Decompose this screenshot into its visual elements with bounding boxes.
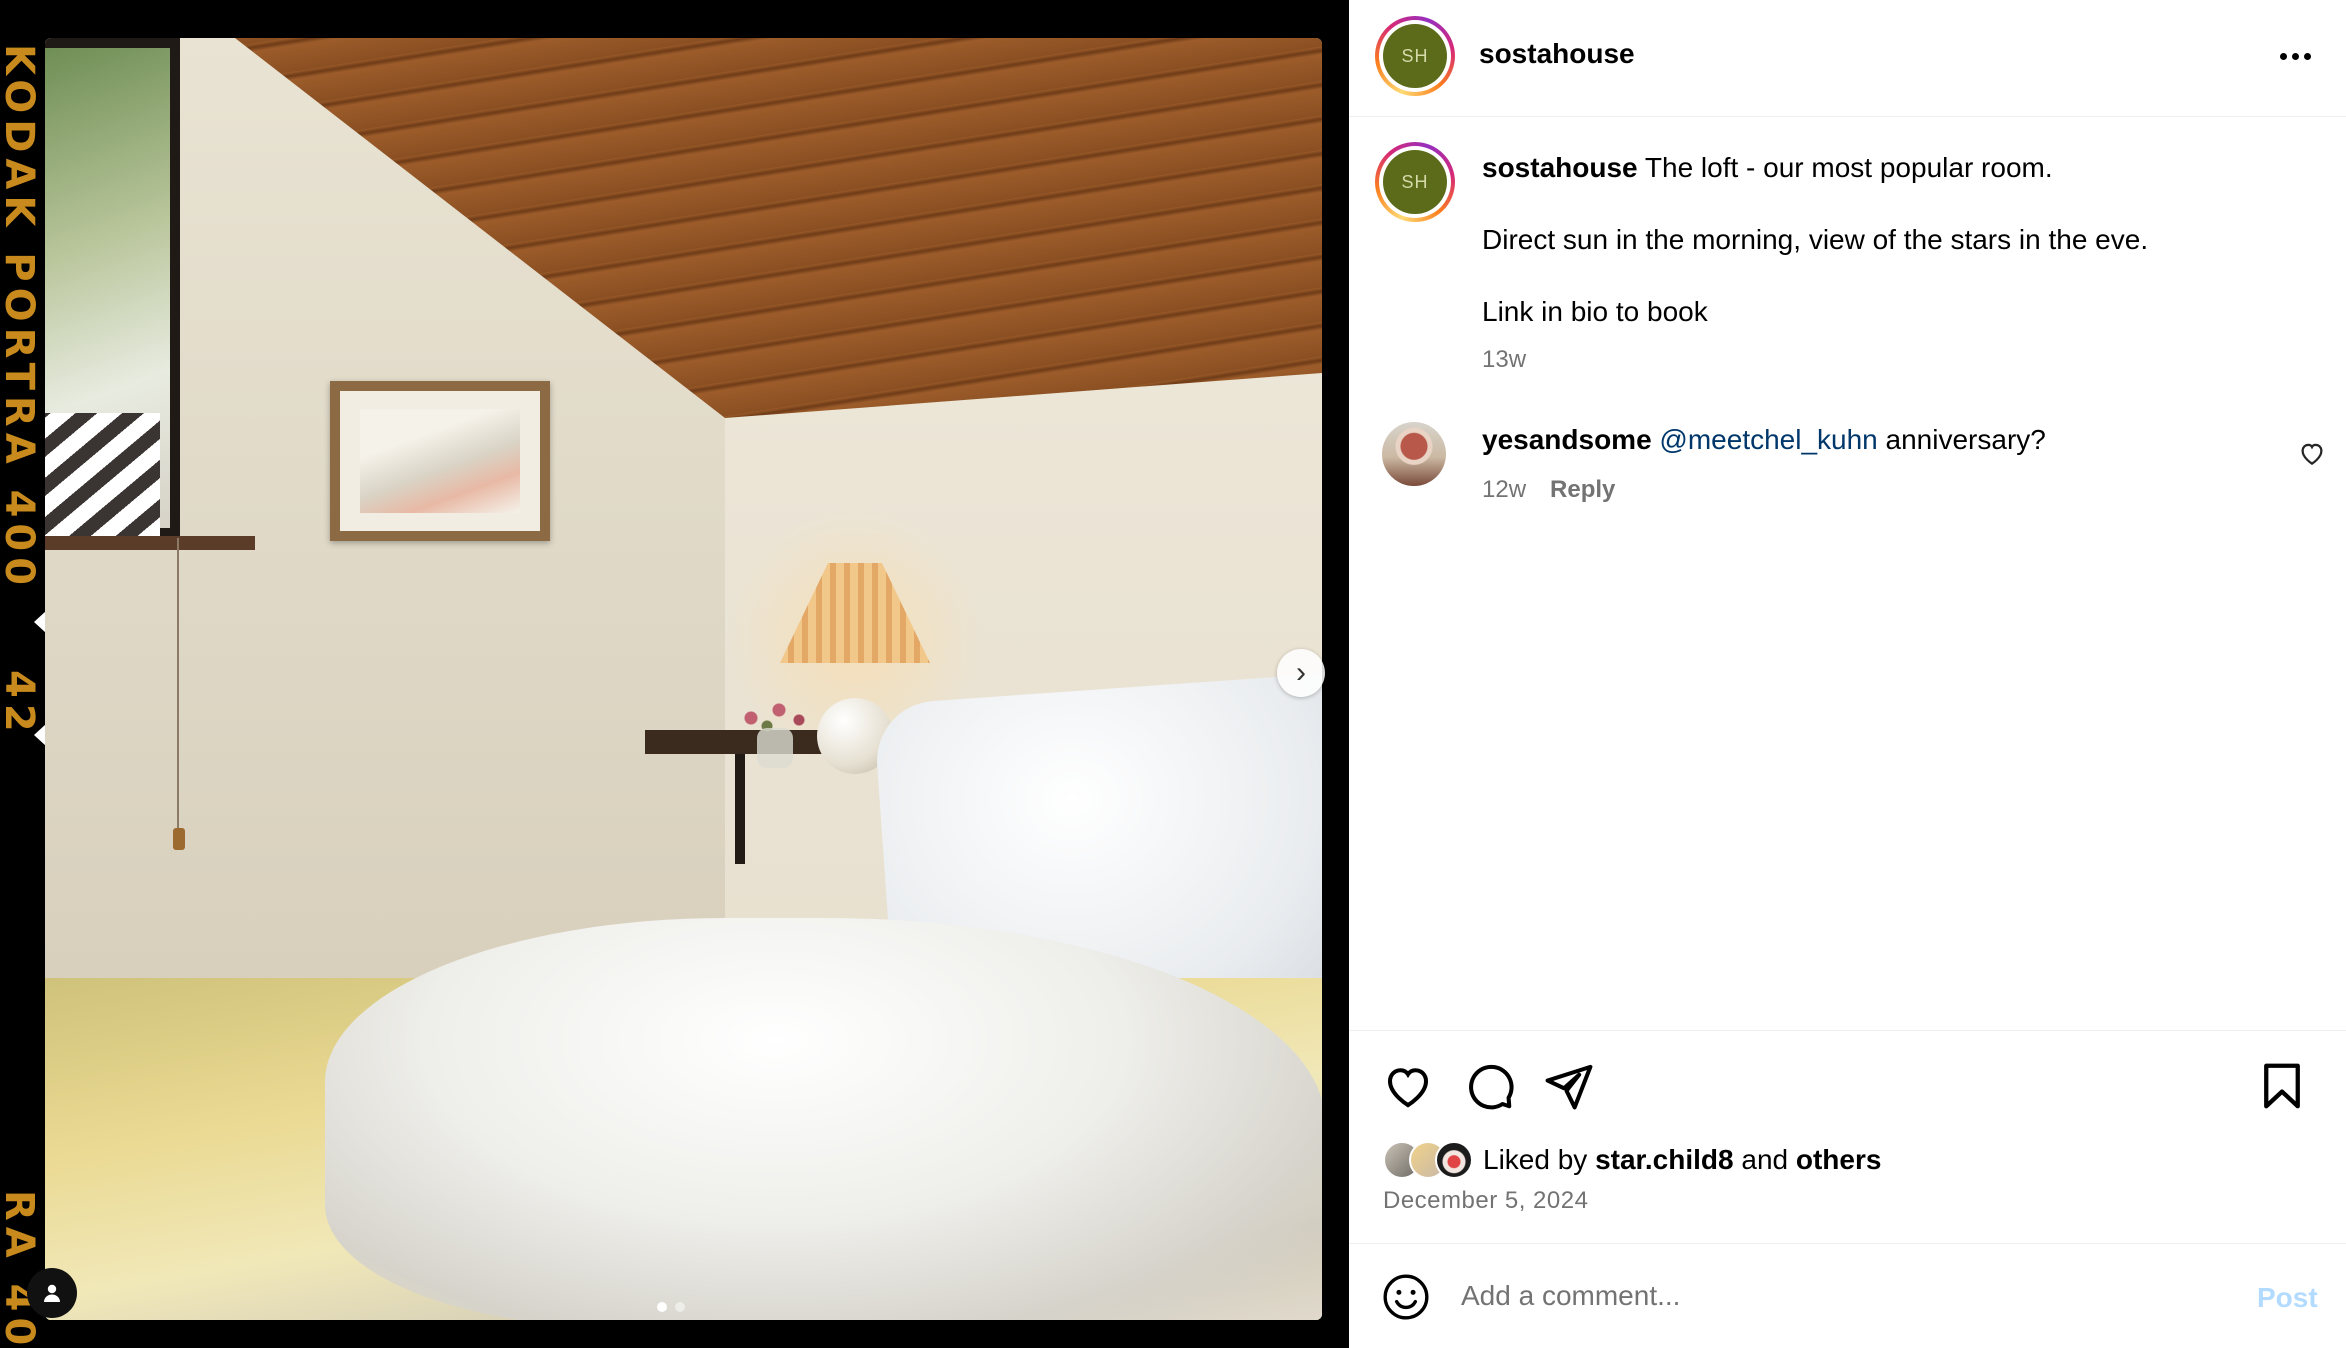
- photo-pull-cord-end: [173, 828, 185, 850]
- caption-line-2: Direct sun in the morning, view of the s…: [1482, 224, 2149, 255]
- caption-avatar[interactable]: SH: [1375, 142, 1455, 222]
- author-avatar[interactable]: SH: [1375, 16, 1455, 96]
- likes-conjunction: and: [1741, 1144, 1789, 1175]
- user-tag-icon: [44, 1284, 60, 1302]
- comment-body: anniversary?: [1885, 424, 2046, 455]
- post-media[interactable]: KODAK PORTRA 400 42 RA 400 ›: [0, 0, 1349, 1348]
- comment-username[interactable]: yesandsome: [1482, 424, 1652, 455]
- comment-reply-button[interactable]: Reply: [1550, 476, 1615, 504]
- liker-avatar[interactable]: [1435, 1141, 1473, 1179]
- comment-composer: Post: [1349, 1243, 2346, 1348]
- caption-username[interactable]: sostahouse: [1482, 152, 1638, 183]
- photo-shelf-bracket: [735, 754, 745, 864]
- more-horizontal-icon: [2279, 52, 2287, 60]
- post-comment-button[interactable]: Post: [2257, 1282, 2318, 1314]
- likes-others[interactable]: others: [1796, 1144, 1882, 1175]
- photo-duvet: [325, 918, 1322, 1320]
- comment-meta: 12w Reply: [1482, 476, 1615, 504]
- caption-timestamp[interactable]: 13w: [1482, 346, 1526, 374]
- film-edge-text-top: KODAK PORTRA 400: [0, 44, 42, 592]
- likes-summary: Liked by star.child8 and others: [1383, 1141, 1881, 1179]
- caption-line-1: The loft - our most popular room.: [1644, 152, 2053, 183]
- commenter-avatar[interactable]: [1382, 422, 1446, 486]
- photo-window-shade: [45, 413, 160, 538]
- photo-picture-frame: [330, 381, 550, 541]
- photo-vase: [757, 728, 793, 768]
- post-caption: sostahouse The loft - our most popular r…: [1482, 150, 2302, 330]
- photo-window-sill: [45, 536, 255, 550]
- caption-line-3: Link in bio to book: [1482, 296, 1708, 327]
- comment-icon: [1469, 1064, 1514, 1110]
- comment-mention[interactable]: @meetchel_kuhn: [1659, 424, 1877, 455]
- comment-button[interactable]: [1462, 1059, 1516, 1113]
- save-button[interactable]: [2255, 1059, 2309, 1113]
- post-date[interactable]: December 5, 2024: [1383, 1187, 1588, 1215]
- send-icon: [1545, 1064, 1593, 1110]
- share-button[interactable]: [1542, 1059, 1596, 1113]
- comment-text: yesandsome @meetchel_kuhn anniversary?: [1482, 424, 2046, 456]
- tagged-users-button[interactable]: [27, 1268, 77, 1318]
- bookmark-icon: [2264, 1063, 2300, 1109]
- chevron-right-icon: ›: [1296, 656, 1306, 689]
- comment-like-heart-icon[interactable]: [2297, 438, 2327, 468]
- carousel-dot: [675, 1302, 685, 1312]
- author-username[interactable]: sostahouse: [1479, 38, 1635, 70]
- heart-icon: [1387, 1068, 1429, 1108]
- film-edge-text-mid: 42: [0, 670, 42, 738]
- post-photo: [45, 38, 1322, 1320]
- next-slide-button[interactable]: ›: [1277, 649, 1325, 697]
- post-header: SH sostahouse: [1349, 0, 2346, 117]
- comment-timestamp[interactable]: 12w: [1482, 476, 1526, 504]
- post-sidebar: SH sostahouse SH sostahouse The loft - o…: [1349, 0, 2346, 1348]
- post-actions: Liked by star.child8 and others December…: [1349, 1030, 2346, 1248]
- more-options-button[interactable]: [2275, 36, 2315, 76]
- likes-text: Liked by star.child8 and others: [1483, 1144, 1881, 1176]
- carousel-dot-active: [657, 1302, 667, 1312]
- emoji-icon[interactable]: [1381, 1272, 1431, 1322]
- likes-user[interactable]: star.child8: [1595, 1144, 1734, 1175]
- like-button[interactable]: [1381, 1059, 1435, 1113]
- carousel-indicator: [657, 1302, 685, 1312]
- likes-prefix: Liked by: [1483, 1144, 1588, 1175]
- photo-pull-cord: [177, 538, 179, 838]
- film-edge-text-bottom: RA 400: [0, 1190, 42, 1348]
- comment-input[interactable]: [1461, 1274, 2161, 1318]
